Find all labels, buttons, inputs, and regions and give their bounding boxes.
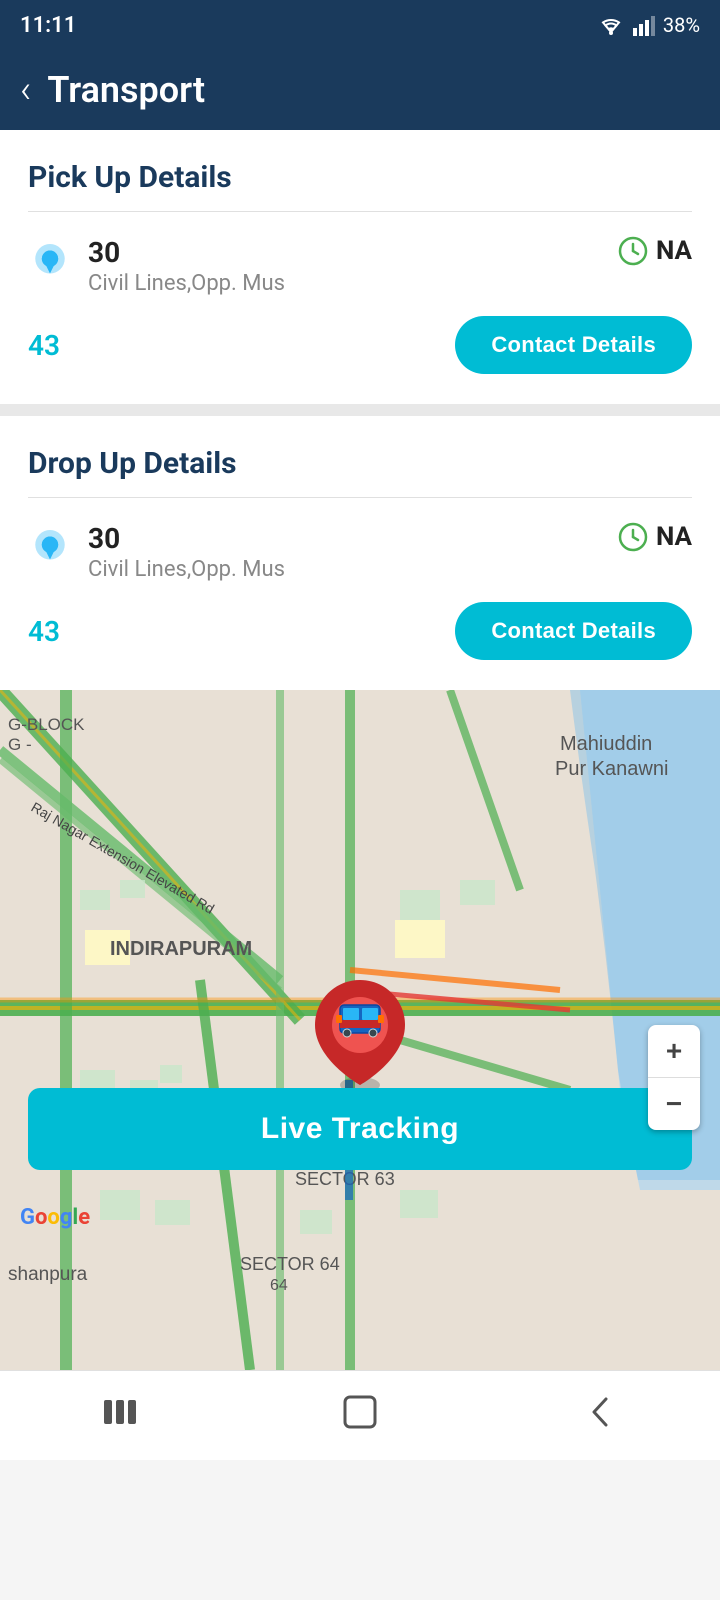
svg-text:SECTOR 63: SECTOR 63	[295, 1169, 395, 1189]
pickup-info: 30 Civil Lines,Opp. Mus	[88, 236, 285, 296]
pickup-clock-icon	[618, 236, 648, 266]
dropup-time-text: NA	[656, 522, 692, 552]
dropup-info: 30 Civil Lines,Opp. Mus	[88, 522, 285, 582]
dropup-section-title: Drop Up Details	[28, 446, 692, 481]
home-icon	[341, 1393, 379, 1431]
pickup-bottom-row: 43 Contact Details	[28, 316, 692, 384]
svg-text:G-BLOCK: G-BLOCK	[8, 715, 85, 734]
wifi-icon	[597, 14, 625, 36]
status-bar: 11:11 38%	[0, 0, 720, 50]
page-title: Transport	[47, 69, 205, 111]
svg-text:Mahiuddin: Mahiuddin	[560, 733, 652, 755]
live-tracking-button[interactable]: Live Tracking	[28, 1088, 692, 1170]
nav-back-icon	[584, 1393, 616, 1431]
pickup-contact-button[interactable]: Contact Details	[455, 316, 692, 374]
pickup-section-title: Pick Up Details	[28, 160, 692, 195]
dropup-location-left: 30 Civil Lines,Opp. Mus	[28, 522, 285, 582]
back-button[interactable]: ‹	[20, 68, 31, 112]
nav-bar	[0, 1370, 720, 1460]
dropup-route-number: 43	[28, 615, 60, 648]
svg-text:shanpura: shanpura	[8, 1264, 88, 1285]
pickup-section: Pick Up Details 30 Civil Lines,Opp. Mus	[0, 130, 720, 404]
map-svg: INDIRAPURAM SECTOR 62 62 SECTOR 63 SECTO…	[0, 690, 720, 1370]
dropup-address: Civil Lines,Opp. Mus	[88, 557, 285, 582]
nav-menu-button[interactable]	[90, 1387, 150, 1437]
pickup-location-row: 30 Civil Lines,Opp. Mus NA	[28, 236, 692, 296]
section-separator-1	[0, 404, 720, 416]
nav-home-button[interactable]	[330, 1387, 390, 1437]
signal-icon	[633, 14, 655, 36]
pickup-route-number: 43	[28, 329, 60, 362]
zoom-controls: + −	[648, 1025, 700, 1130]
map-container[interactable]: INDIRAPURAM SECTOR 62 62 SECTOR 63 SECTO…	[0, 690, 720, 1370]
nav-back-button[interactable]	[570, 1387, 630, 1437]
dropup-bottom-row: 43 Contact Details	[28, 602, 692, 670]
svg-text:Pur Kanawni: Pur Kanawni	[555, 758, 668, 780]
dropup-section: Drop Up Details 30 Civil Lines,Opp. Mus	[0, 416, 720, 690]
zoom-out-button[interactable]: −	[648, 1078, 700, 1130]
dropup-number: 30	[88, 522, 285, 555]
pickup-address: Civil Lines,Opp. Mus	[88, 271, 285, 296]
pickup-divider	[28, 211, 692, 212]
zoom-in-button[interactable]: +	[648, 1025, 700, 1077]
menu-icon	[100, 1396, 140, 1428]
dropup-location-row: 30 Civil Lines,Opp. Mus NA	[28, 522, 692, 582]
pickup-location-left: 30 Civil Lines,Opp. Mus	[28, 236, 285, 296]
battery-percent: 38%	[663, 13, 700, 37]
status-icons: 38%	[597, 13, 700, 37]
dropup-time-badge: NA	[618, 522, 692, 552]
dropup-clock-icon	[618, 522, 648, 552]
dropup-divider	[28, 497, 692, 498]
pickup-number: 30	[88, 236, 285, 269]
google-logo: Google	[20, 1205, 90, 1230]
dropup-pin-icon	[28, 526, 72, 570]
dropup-contact-button[interactable]: Contact Details	[455, 602, 692, 660]
status-time: 11:11	[20, 13, 76, 38]
svg-text:INDIRAPURAM: INDIRAPURAM	[110, 938, 252, 960]
pickup-pin-icon	[28, 240, 72, 284]
svg-text:64: 64	[270, 1277, 288, 1294]
app-header: ‹ Transport	[0, 50, 720, 130]
pickup-time-text: NA	[656, 236, 692, 266]
svg-text:G -: G -	[8, 735, 32, 754]
svg-text:SECTOR 64: SECTOR 64	[240, 1254, 340, 1274]
pickup-time-badge: NA	[618, 236, 692, 266]
